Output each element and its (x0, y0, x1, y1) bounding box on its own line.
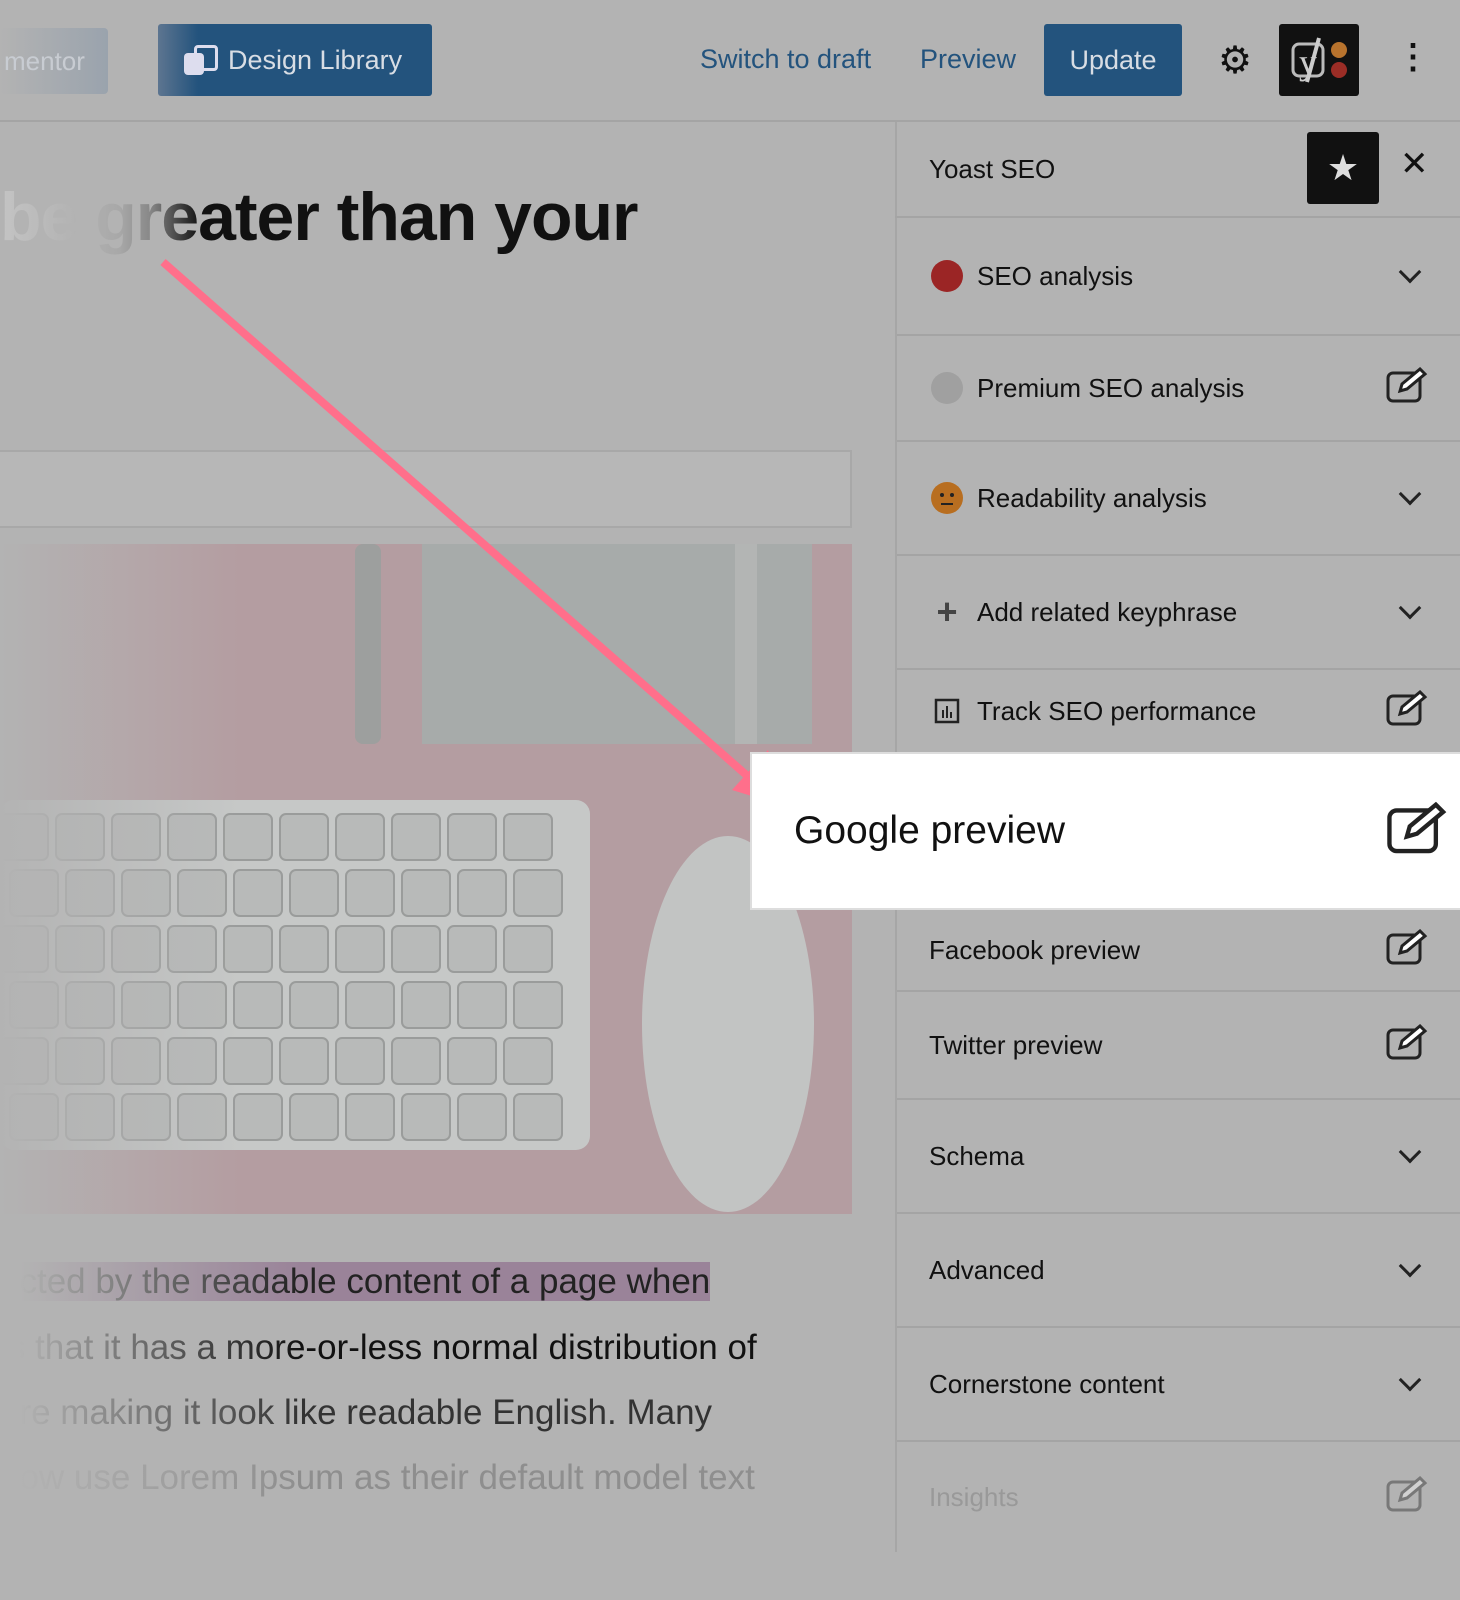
star-icon[interactable]: ★ (1307, 132, 1379, 204)
sidebar-item-schema[interactable]: Schema (897, 1100, 1460, 1214)
gray-dot-icon (929, 372, 965, 404)
chevron-down-icon[interactable] (1398, 596, 1422, 620)
red-dot-icon (929, 260, 965, 292)
row-label: Add related keyphrase (977, 596, 1238, 627)
chevron-down-icon[interactable] (1398, 482, 1422, 506)
sidebar-item-advanced[interactable]: Advanced (897, 1214, 1460, 1328)
chevron-down-icon[interactable] (1398, 260, 1422, 284)
sidebar-item-cornerstone-content[interactable]: Cornerstone content (897, 1328, 1460, 1442)
row-label: Insights (929, 1481, 1019, 1512)
row-label: Schema (929, 1140, 1025, 1171)
sidebar-item-seo-analysis[interactable]: SEO analysis (897, 218, 1460, 336)
chart-icon (929, 698, 965, 724)
sidebar-item-twitter-preview[interactable]: Twitter preview (897, 992, 1460, 1100)
sidebar-item-premium-seo-analysis[interactable]: Premium SEO analysis (897, 336, 1460, 442)
row-label: Cornerstone content (929, 1368, 1165, 1399)
sidebar-item-facebook-preview[interactable]: Facebook preview (897, 910, 1460, 992)
sidebar-item-insights[interactable]: Insights (897, 1442, 1460, 1552)
edit-icon[interactable] (1386, 689, 1428, 733)
row-label: Advanced (929, 1254, 1045, 1285)
chevron-down-icon[interactable] (1398, 1140, 1422, 1164)
row-label: SEO analysis (977, 260, 1134, 291)
row-label: Google preview (794, 809, 1065, 852)
row-label: Premium SEO analysis (977, 372, 1245, 403)
sidebar-item-add-related-keyphrase[interactable]: + Add related keyphrase (897, 556, 1460, 670)
edit-icon[interactable] (1386, 1023, 1428, 1067)
row-label: Facebook preview (929, 934, 1140, 965)
sidebar-item-track-seo-performance[interactable]: Track SEO performance (897, 670, 1460, 754)
sidebar-item-readability-analysis[interactable]: Readability analysis (897, 442, 1460, 556)
close-icon[interactable]: ✕ (1400, 144, 1429, 184)
sidebar-header: Yoast SEO ★ ✕ (895, 122, 1460, 218)
edit-icon[interactable] (1386, 366, 1428, 410)
edit-icon[interactable] (1386, 928, 1428, 972)
chevron-down-icon[interactable] (1398, 1254, 1422, 1278)
row-label: Track SEO performance (977, 695, 1257, 726)
edit-icon[interactable] (1387, 801, 1448, 860)
text-fade (0, 1250, 300, 1510)
row-label: Twitter preview (929, 1029, 1103, 1060)
sidebar-title: Yoast SEO (929, 154, 1056, 184)
row-label: Readability analysis (977, 482, 1207, 513)
chevron-down-icon[interactable] (1398, 1368, 1422, 1392)
orange-face-icon (929, 482, 965, 514)
sidebar-item-google-preview[interactable]: Google preview (750, 752, 1460, 910)
plus-icon: + (936, 591, 958, 632)
edit-icon[interactable] (1386, 1475, 1428, 1519)
